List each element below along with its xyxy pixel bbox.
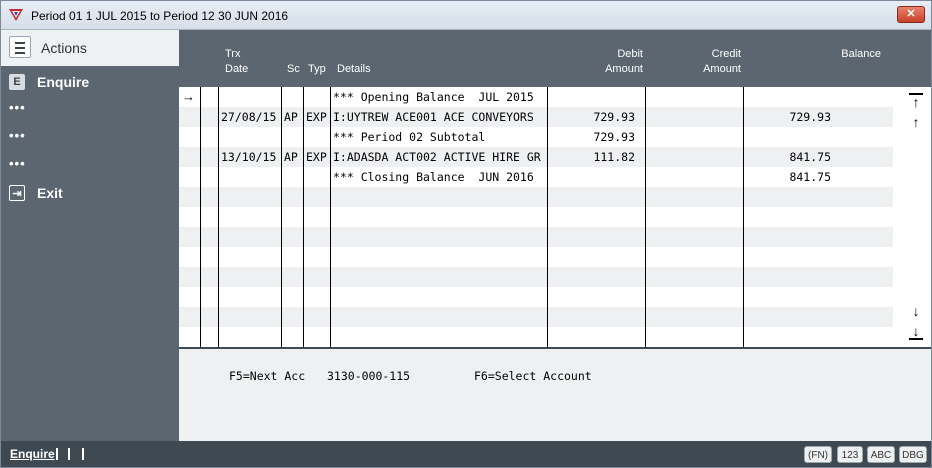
column-divider: [743, 87, 744, 348]
title-bar: Period 01 1 JUL 2015 to Period 12 30 JUN…: [1, 1, 931, 30]
caps-badge[interactable]: ABC: [867, 446, 895, 463]
sidebar-item-label: Enquire: [37, 74, 90, 90]
row-pointer-icon: →: [182, 89, 195, 104]
header-sc: Sc: [287, 63, 300, 75]
scroll-bottom-icon[interactable]: ↓: [909, 324, 923, 340]
column-divider: [200, 87, 201, 348]
app-logo-icon: [9, 9, 23, 21]
table-row[interactable]: 27/08/15 AP EXP I:UYTREW ACE001 ACE CONV…: [179, 107, 931, 127]
cell-sc: AP: [284, 110, 298, 124]
table-row[interactable]: [179, 267, 931, 287]
exit-icon: ⇥: [9, 185, 25, 201]
cell-debit: 729.93: [593, 130, 635, 144]
sidebar-item-enquire[interactable]: E Enquire: [1, 70, 179, 96]
grid-header: Trx Date Sc Typ Details Debit Amount Credi…: [179, 30, 931, 87]
transactions-grid: Trx Date Sc Typ Details Debit Amount Credi…: [179, 30, 931, 348]
cell-date: 27/08/15: [221, 110, 277, 124]
cell-balance: 841.75: [789, 150, 831, 164]
table-row[interactable]: [179, 227, 931, 247]
header-details: Details: [337, 63, 371, 75]
scroll-controls: ↑ ↑ ↓ ↓: [893, 87, 931, 348]
header-trx-date: Trx Date: [225, 48, 249, 75]
table-row[interactable]: *** Closing Balance JUN 2016 841.75: [179, 167, 931, 187]
status-bar: Enquire (FN) 123 ABC DBG: [1, 441, 931, 467]
cell-debit: 729.93: [593, 110, 635, 124]
status-separator: [82, 448, 84, 460]
column-divider: [547, 87, 548, 348]
column-divider: [281, 87, 282, 348]
header-balance: Balance: [841, 48, 881, 60]
cell-details: *** Period 02 Subtotal: [333, 130, 486, 144]
status-mode: Enquire: [10, 447, 55, 461]
table-row[interactable]: [179, 327, 931, 348]
cell-balance: 841.75: [789, 170, 831, 184]
close-button[interactable]: ✕: [897, 6, 925, 23]
header-credit-amount: Credit Amount: [703, 48, 741, 75]
cell-balance: 729.93: [789, 110, 831, 124]
cell-details: I:UYTREW ACE001 ACE CONVEYORS: [333, 110, 534, 124]
next-account-key[interactable]: F5=Next Acc: [229, 369, 305, 383]
cell-debit: 111.82: [593, 150, 635, 164]
table-row[interactable]: 13/10/15 AP EXP I:ADASDA ACT002 ACTIVE H…: [179, 147, 931, 167]
table-row[interactable]: [179, 247, 931, 267]
actions-label: Actions: [41, 40, 87, 56]
table-row[interactable]: [179, 207, 931, 227]
select-account-key[interactable]: F6=Select Account: [474, 369, 592, 383]
cell-sc: AP: [284, 150, 298, 164]
cell-details: I:ADASDA ACT002 ACTIVE HIRE GR: [333, 150, 541, 164]
table-row[interactable]: → *** Opening Balance JUL 2015: [179, 87, 931, 107]
info-panel: F5=Next Acc 3130-000-115 F6=Select Accou…: [179, 349, 931, 441]
cell-typ: EXP: [306, 110, 327, 124]
cell-details: *** Opening Balance JUL 2015: [333, 90, 534, 104]
column-divider: [645, 87, 646, 348]
more-options-icon[interactable]: •••: [9, 128, 29, 143]
table-row[interactable]: [179, 287, 931, 307]
status-separator: [56, 448, 58, 460]
application-window: Period 01 1 JUL 2015 to Period 12 30 JUN…: [0, 0, 932, 468]
table-row[interactable]: *** Period 02 Subtotal 729.93: [179, 127, 931, 147]
sidebar-item-exit[interactable]: ⇥ Exit: [1, 181, 179, 207]
scroll-up-icon[interactable]: ↑: [909, 114, 923, 130]
fn-badge[interactable]: (FN): [804, 446, 832, 463]
column-divider: [303, 87, 304, 348]
sidebar: Actions E Enquire ••• ••• ••• ⇥ Exit: [1, 30, 179, 441]
header-debit-amount: Debit Amount: [605, 48, 643, 75]
debug-badge[interactable]: DBG: [899, 446, 927, 463]
scroll-down-icon[interactable]: ↓: [909, 303, 923, 319]
table-row[interactable]: [179, 187, 931, 207]
scroll-top-icon[interactable]: ↑: [909, 93, 923, 109]
actions-header: Actions: [1, 30, 179, 66]
status-separator: [68, 448, 70, 460]
num-badge[interactable]: 123: [837, 446, 863, 463]
cell-details: *** Closing Balance JUN 2016: [333, 170, 534, 184]
cell-typ: EXP: [306, 150, 327, 164]
menu-icon[interactable]: [9, 36, 31, 58]
window-title: Period 01 1 JUL 2015 to Period 12 30 JUN…: [31, 9, 289, 23]
enquire-icon: E: [9, 74, 25, 90]
more-options-icon[interactable]: •••: [9, 156, 29, 171]
grid-body: → *** Opening Balance JUL 2015 27/08/15 …: [179, 87, 931, 348]
account-number: 3130-000-115: [327, 369, 411, 383]
column-divider: [330, 87, 331, 348]
sidebar-item-label: Exit: [37, 185, 63, 201]
header-typ: Typ: [308, 63, 326, 75]
more-options-icon[interactable]: •••: [9, 100, 29, 115]
column-divider: [218, 87, 219, 348]
table-row[interactable]: [179, 307, 931, 327]
cell-date: 13/10/15: [221, 150, 277, 164]
